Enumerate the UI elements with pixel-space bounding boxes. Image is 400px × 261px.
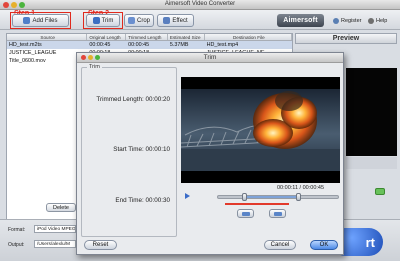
help-label: Help [376, 17, 388, 24]
mark-out-icon [273, 211, 282, 216]
end-time-value: 00:00:30 [145, 197, 170, 204]
file-source: HD_test.m2ts [9, 42, 42, 48]
trim-start-handle[interactable] [241, 193, 247, 201]
column-original-length[interactable]: Original Length [87, 34, 127, 40]
effect-button[interactable]: Effect [157, 14, 194, 27]
total-time: 00:00:45 [302, 185, 325, 191]
preview-controls[interactable] [346, 157, 397, 169]
trim-dialog-titlebar: Trim [77, 53, 343, 63]
file-trimmed-length: 00:00:45 [128, 42, 150, 48]
start-label: rt [365, 234, 375, 250]
reset-button[interactable]: Reset [84, 240, 117, 250]
help-button[interactable]: Help [368, 14, 387, 27]
preview-video [346, 68, 397, 156]
key-icon [333, 17, 339, 24]
format-select[interactable]: iPod Video MPEG [34, 225, 76, 233]
start-time-value: 00:00:10 [145, 146, 170, 153]
trim-group-label: Trim [87, 64, 102, 70]
brand-logo: Aimersoft [277, 14, 324, 27]
effect-label: Effect [172, 17, 188, 24]
trim-selection-range [244, 196, 299, 198]
column-trimmed-length[interactable]: Trimmed Length [126, 34, 168, 40]
column-estimated-size[interactable]: Estimated Size [168, 34, 205, 40]
preview-title: Preview [295, 33, 397, 44]
set-end-button[interactable] [269, 209, 286, 218]
start-time-row: Start Time: 00:00:10 [113, 146, 170, 153]
file-destination: HD_test.mp4 [206, 42, 239, 48]
format-label: Format: [8, 227, 26, 233]
trimmed-length-label: Trimmed Length: [96, 96, 144, 103]
end-time-label: End Time: [115, 197, 144, 204]
main-toolbar: Step 1 Step 2 Add Files Trim Crop Effect… [0, 10, 400, 30]
file-list-header: Source Original Length Trimmed Length Es… [7, 34, 292, 41]
file-original-length: 00:00:45 [89, 42, 111, 48]
time-readout: 00:00:11 / 00:00:45 [277, 185, 324, 191]
column-source[interactable]: Source [7, 34, 88, 40]
ok-button[interactable]: OK [310, 240, 338, 250]
end-time-row: End Time: 00:00:30 [115, 197, 170, 204]
output-path-field[interactable]: /Users/alexlu/M [34, 240, 76, 248]
register-label: Register [341, 17, 362, 24]
trimmed-length-value: 00:00:20 [145, 96, 170, 103]
trim-end-handle[interactable] [295, 193, 301, 201]
window-title: Aimersoft Video Converter [164, 1, 236, 7]
play-icon[interactable] [185, 193, 190, 199]
window-titlebar: Aimersoft Video Converter [0, 0, 400, 10]
trim-dialog: Trim Trim Trimmed Length: 00:00:20 Start… [76, 52, 344, 255]
crop-icon [127, 17, 135, 24]
delete-button[interactable]: Delete [46, 203, 76, 212]
snapshot-button[interactable] [375, 188, 385, 195]
time-separator: / [299, 185, 302, 191]
trim-info-group: Trim Trimmed Length: 00:00:20 Start Time… [81, 64, 177, 237]
video-frame [181, 77, 340, 183]
output-label: Output: [8, 242, 25, 248]
trimmed-length-row: Trimmed Length: 00:00:20 [96, 96, 170, 103]
file-estimated-size: 5.37MB [169, 42, 189, 48]
start-time-label: Start Time: [113, 146, 144, 153]
crop-label: Crop [136, 17, 150, 24]
cancel-button[interactable]: Cancel [264, 240, 296, 250]
mark-in-icon [241, 211, 250, 216]
register-button[interactable]: Register [333, 14, 361, 27]
step1-highlight [10, 12, 71, 29]
trim-range-highlight [225, 203, 289, 205]
current-time: 00:00:11 [277, 185, 299, 191]
column-destination-file[interactable]: Destination File [205, 34, 292, 40]
effect-icon [163, 17, 171, 24]
set-start-button[interactable] [237, 209, 254, 218]
explosion-bridge-frame [181, 77, 340, 183]
file-row[interactable]: HD_test.m2ts 00:00:45 00:00:45 5.37MB HD… [7, 41, 292, 49]
step2-highlight [83, 12, 123, 29]
trim-dialog-title: Trim [203, 54, 217, 61]
help-icon [368, 17, 374, 24]
trim-slider[interactable] [217, 193, 339, 201]
crop-button[interactable]: Crop [124, 14, 154, 27]
